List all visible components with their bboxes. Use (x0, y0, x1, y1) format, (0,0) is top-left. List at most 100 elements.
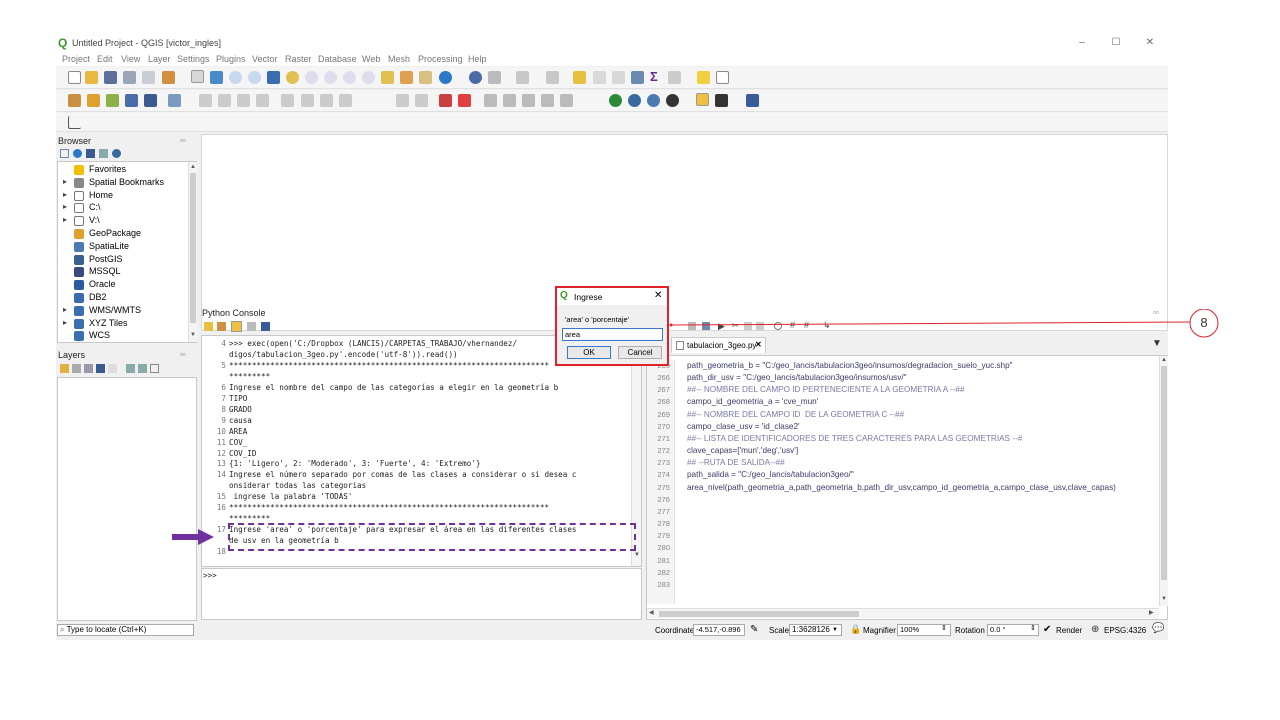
zoom-last-icon[interactable] (343, 71, 356, 84)
lock-scale-icon[interactable]: 🔒 (850, 624, 861, 635)
tab-close-icon[interactable]: ✕ (755, 340, 762, 349)
rotation-spin-icon[interactable]: ⇕ (1030, 624, 1036, 632)
expand-arrow-icon[interactable]: ▸ (63, 305, 67, 314)
show-bookmarks-icon[interactable] (400, 71, 413, 84)
menu-view[interactable]: View (121, 54, 140, 64)
refresh-browser-icon[interactable] (73, 149, 82, 158)
save-project-icon[interactable] (104, 71, 117, 84)
processing-toolbox-icon[interactable] (631, 71, 644, 84)
run-command-icon[interactable] (217, 322, 226, 331)
messages-icon[interactable]: 💬 (1152, 623, 1164, 634)
help-contents-icon[interactable] (746, 94, 759, 107)
expand-arrow-icon[interactable]: ▸ (63, 190, 67, 199)
filter-legend-icon[interactable] (96, 364, 105, 373)
editor-scroll-left-icon[interactable]: ◀ (649, 609, 654, 616)
zoom-full-icon[interactable] (267, 71, 280, 84)
python-console-icon[interactable] (696, 93, 709, 106)
menu-database[interactable]: Database (318, 54, 357, 64)
change-label-icon[interactable] (522, 94, 535, 107)
open-project-icon[interactable] (85, 71, 98, 84)
save-as-icon[interactable] (123, 71, 136, 84)
identify-icon[interactable] (469, 71, 482, 84)
zoom-layer-icon[interactable] (305, 71, 318, 84)
print-layout-icon[interactable] (142, 71, 155, 84)
new-bookmark-icon[interactable] (381, 71, 394, 84)
map-canvas[interactable] (201, 134, 1168, 331)
console-scroll-down-icon[interactable]: ▼ (634, 552, 640, 558)
close-button[interactable]: ✕ (1140, 36, 1160, 50)
menu-help[interactable]: Help (468, 54, 487, 64)
measure-icon[interactable] (668, 71, 681, 84)
label-tool-icon[interactable] (396, 94, 409, 107)
temporal-controller-icon[interactable] (419, 71, 432, 84)
select-value-icon[interactable] (546, 71, 559, 84)
zoom-selection-icon[interactable] (286, 71, 299, 84)
manage-visibility-icon[interactable] (84, 364, 93, 373)
scroll-down-icon[interactable]: ▼ (190, 332, 196, 338)
statistics-icon[interactable]: Σ (650, 70, 663, 83)
expand-arrow-icon[interactable]: ▸ (63, 318, 67, 327)
save-edits-icon[interactable] (237, 94, 250, 107)
refresh-icon[interactable] (439, 71, 452, 84)
console-help-icon[interactable] (261, 322, 270, 331)
plugin-globe-icon[interactable] (609, 94, 622, 107)
zoom-out-icon[interactable] (248, 71, 261, 84)
editor-hscrollbar[interactable]: ◀ ▶ (647, 608, 1159, 618)
plugin-search-icon[interactable] (628, 94, 641, 107)
highlight-labels-icon[interactable] (439, 94, 452, 107)
zoom-in-icon[interactable] (229, 71, 242, 84)
deselect-icon[interactable] (573, 71, 586, 84)
crs-label[interactable]: EPSG:4326 (1104, 626, 1146, 635)
editor-scroll-right-icon[interactable]: ▶ (1149, 609, 1154, 616)
editor-scroll-down-icon[interactable]: ▼ (1161, 596, 1167, 602)
current-edits-icon[interactable] (199, 94, 212, 107)
add-group-icon[interactable] (72, 364, 81, 373)
editor-vscrollbar[interactable]: ▲ ▼ (1159, 356, 1168, 606)
show-unplaced-icon[interactable] (560, 94, 573, 107)
tab-tabulacion-3geo[interactable]: tabulacion_3geo.py ✕ (671, 337, 766, 353)
pan-to-selection-icon[interactable] (210, 71, 223, 84)
field-calculator-icon[interactable] (612, 71, 625, 84)
show-editor-icon[interactable] (231, 321, 242, 332)
zoom-native-icon[interactable] (324, 71, 337, 84)
add-selected-icon[interactable] (60, 149, 69, 158)
style-icon[interactable] (60, 364, 69, 373)
pin-labels-icon[interactable] (415, 94, 428, 107)
diagram-tool-icon[interactable] (458, 94, 471, 107)
menu-processing[interactable]: Processing (418, 54, 463, 64)
toggle-editing-icon[interactable] (218, 94, 231, 107)
magnifier-spin-icon[interactable]: ⇕ (941, 624, 947, 632)
vertex-tool-icon[interactable] (281, 94, 294, 107)
expand-arrow-icon[interactable]: ▸ (63, 177, 67, 186)
menu-layer[interactable]: Layer (148, 54, 171, 64)
rotate-label-icon[interactable] (503, 94, 516, 107)
minimize-button[interactable]: – (1072, 36, 1092, 50)
properties-icon[interactable] (112, 149, 121, 158)
menu-plugins[interactable]: Plugins (216, 54, 246, 64)
filter-expression-icon[interactable] (108, 364, 117, 373)
menu-raster[interactable]: Raster (285, 54, 312, 64)
editor-hscroll-thumb[interactable] (659, 611, 859, 617)
menu-project[interactable]: Project (62, 54, 90, 64)
ok-button[interactable]: OK (567, 346, 611, 359)
dialog-close-icon[interactable]: ✕ (654, 290, 662, 301)
layers-dock-controls-icon[interactable]: ▫▫ (180, 350, 186, 359)
remove-layer-icon[interactable] (150, 364, 159, 373)
dialog-input[interactable]: area (562, 328, 663, 341)
menu-vector[interactable]: Vector (252, 54, 278, 64)
filter-icon[interactable] (86, 149, 95, 158)
new-shapefile-icon[interactable] (106, 94, 119, 107)
editor-area[interactable]: 2652662672682692702712722732742752762772… (646, 355, 1168, 620)
delete-selected-icon[interactable] (301, 94, 314, 107)
new-project-icon[interactable] (68, 71, 81, 84)
add-feature-icon[interactable] (256, 94, 269, 107)
copy-features-icon[interactable] (339, 94, 352, 107)
browser-scrollbar[interactable]: ▲ ▼ (188, 162, 197, 342)
menu-edit[interactable]: Edit (97, 54, 113, 64)
menu-settings[interactable]: Settings (177, 54, 210, 64)
tab-list-icon[interactable]: ▼ (1152, 338, 1162, 349)
map-tips-icon[interactable] (697, 71, 710, 84)
toggle-extents-icon[interactable]: ✎ (750, 624, 758, 635)
console-settings-icon[interactable] (247, 322, 256, 331)
plugin-db-icon[interactable] (666, 94, 679, 107)
